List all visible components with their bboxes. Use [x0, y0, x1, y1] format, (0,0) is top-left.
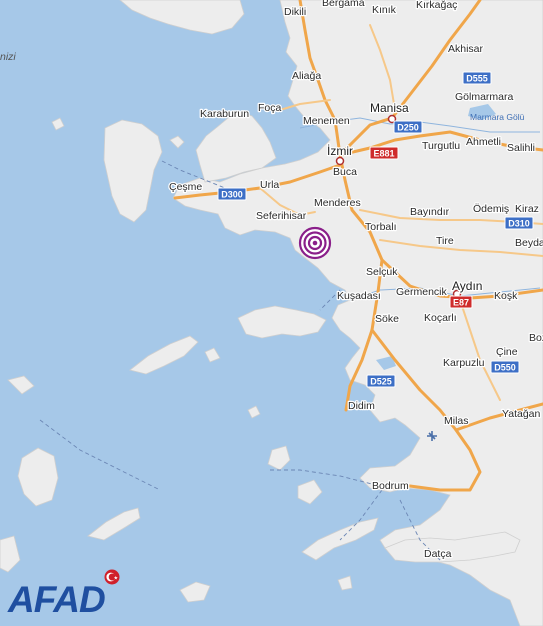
place-seferihisar[interactable]: Seferihisar: [255, 209, 308, 224]
road-shield-d555: D555: [462, 71, 492, 85]
road-shield-label: D250: [397, 123, 419, 133]
place-milas[interactable]: Milas: [443, 414, 470, 429]
izmir-marker: [335, 156, 345, 166]
place-aydin[interactable]: Aydın: [451, 278, 484, 295]
place-beyda[interactable]: Beyda: [514, 236, 543, 251]
place-menderes[interactable]: Menderes: [313, 196, 362, 211]
place-kinik[interactable]: Kınık: [371, 3, 398, 18]
place-kiraz[interactable]: Kiraz: [514, 202, 540, 217]
road-shield-d300: D300: [217, 187, 247, 201]
place-odemis[interactable]: Ödemiş: [472, 202, 511, 217]
road-shield-e881: E881: [369, 146, 399, 160]
road-shield-label: D300: [221, 190, 243, 200]
place-manisa[interactable]: Manisa: [369, 100, 411, 117]
place-germencik[interactable]: Germencik: [395, 285, 449, 300]
road-shield-d250: D250: [393, 120, 423, 134]
road-shield-label: D555: [466, 74, 488, 84]
place-torbali[interactable]: Torbalı: [364, 220, 398, 235]
place-salihli[interactable]: Salihli: [506, 141, 537, 156]
place-menemen[interactable]: Menemen: [302, 114, 351, 129]
turkish-flag-icon: [104, 569, 120, 585]
earthquake-map[interactable]: nizi Bergama Kınık Kırkağaç Dikili Akhis…: [0, 0, 543, 626]
sea-label: nizi: [0, 51, 16, 63]
place-golmarmara[interactable]: Gölmarmara: [454, 90, 515, 105]
place-kocarli[interactable]: Koçarlı: [423, 311, 458, 326]
place-datca[interactable]: Datça: [423, 547, 453, 562]
place-aliaga[interactable]: Aliağa: [291, 69, 323, 84]
place-bayindir[interactable]: Bayındır: [409, 205, 451, 220]
place-karaburun[interactable]: Karaburun: [199, 107, 251, 122]
place-yatagan[interactable]: Yatağan: [501, 407, 542, 422]
place-kusadasi[interactable]: Kuşadası: [336, 289, 382, 304]
place-buca[interactable]: Buca: [332, 165, 359, 180]
road-shield-d310: D310: [504, 216, 534, 230]
place-boz[interactable]: Boz: [528, 331, 543, 346]
afad-logo-text: AFAD: [7, 579, 105, 620]
road-shield-d550: D550: [490, 360, 520, 374]
place-kirkagac[interactable]: Kırkağaç: [415, 0, 459, 12]
earthquake-epicenter-icon[interactable]: [298, 226, 332, 260]
place-karpuzlu[interactable]: Karpuzlu: [442, 356, 486, 371]
place-akhisar[interactable]: Akhisar: [447, 42, 485, 57]
road-shield-e87: E87: [449, 295, 473, 309]
place-marmara-golu[interactable]: Marmara Gölü: [470, 112, 525, 122]
place-dikili[interactable]: Dikili: [283, 5, 308, 20]
place-foca[interactable]: Foça: [257, 101, 283, 116]
place-selcuk[interactable]: Selçuk: [365, 265, 400, 280]
road-shield-label: D550: [494, 363, 516, 373]
place-soke[interactable]: Söke: [374, 312, 401, 327]
place-turgutlu[interactable]: Turgutlu: [421, 139, 462, 154]
place-cine[interactable]: Çine: [495, 345, 519, 360]
place-ahmetli[interactable]: Ahmetli: [465, 135, 503, 150]
road-shield-d525: D525: [366, 374, 396, 388]
road-shield-label: D310: [508, 219, 530, 229]
place-kosk[interactable]: Koşk: [493, 289, 520, 304]
place-izmir[interactable]: İzmir: [326, 143, 355, 160]
place-bergama[interactable]: Bergama: [321, 0, 366, 10]
road-shield-label: D525: [370, 377, 392, 387]
place-cesme[interactable]: Çeşme: [168, 180, 204, 195]
road-shield-label: E881: [373, 149, 394, 159]
place-bodrum[interactable]: Bodrum: [371, 479, 411, 494]
road-shield-label: E87: [453, 298, 469, 308]
place-tire[interactable]: Tire: [435, 234, 455, 249]
place-urla[interactable]: Urla: [259, 178, 281, 193]
place-didim[interactable]: Didim: [347, 399, 377, 414]
